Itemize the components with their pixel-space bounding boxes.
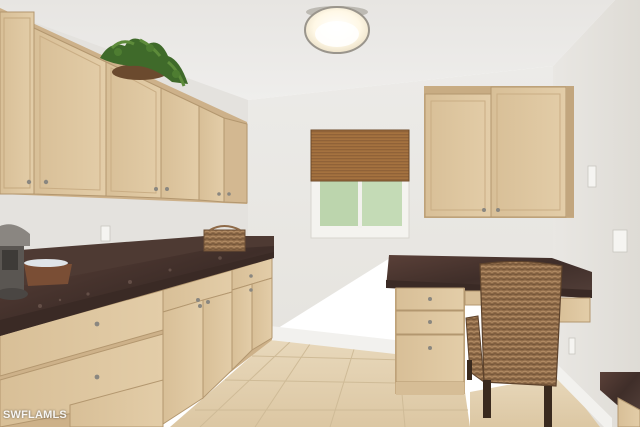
outlet <box>100 225 111 242</box>
outlet-low <box>568 337 576 355</box>
upper-cabinets-right <box>424 86 574 218</box>
window-with-bamboo-shade <box>310 129 410 239</box>
wicker-basket <box>203 225 246 252</box>
watermark-text: SWFLAMLS <box>3 409 67 421</box>
dish-stack <box>24 259 72 286</box>
kitchen-desk-photo <box>0 0 640 427</box>
outlet-right <box>612 229 628 253</box>
ceiling-light <box>304 6 370 54</box>
light-switch <box>587 165 597 188</box>
